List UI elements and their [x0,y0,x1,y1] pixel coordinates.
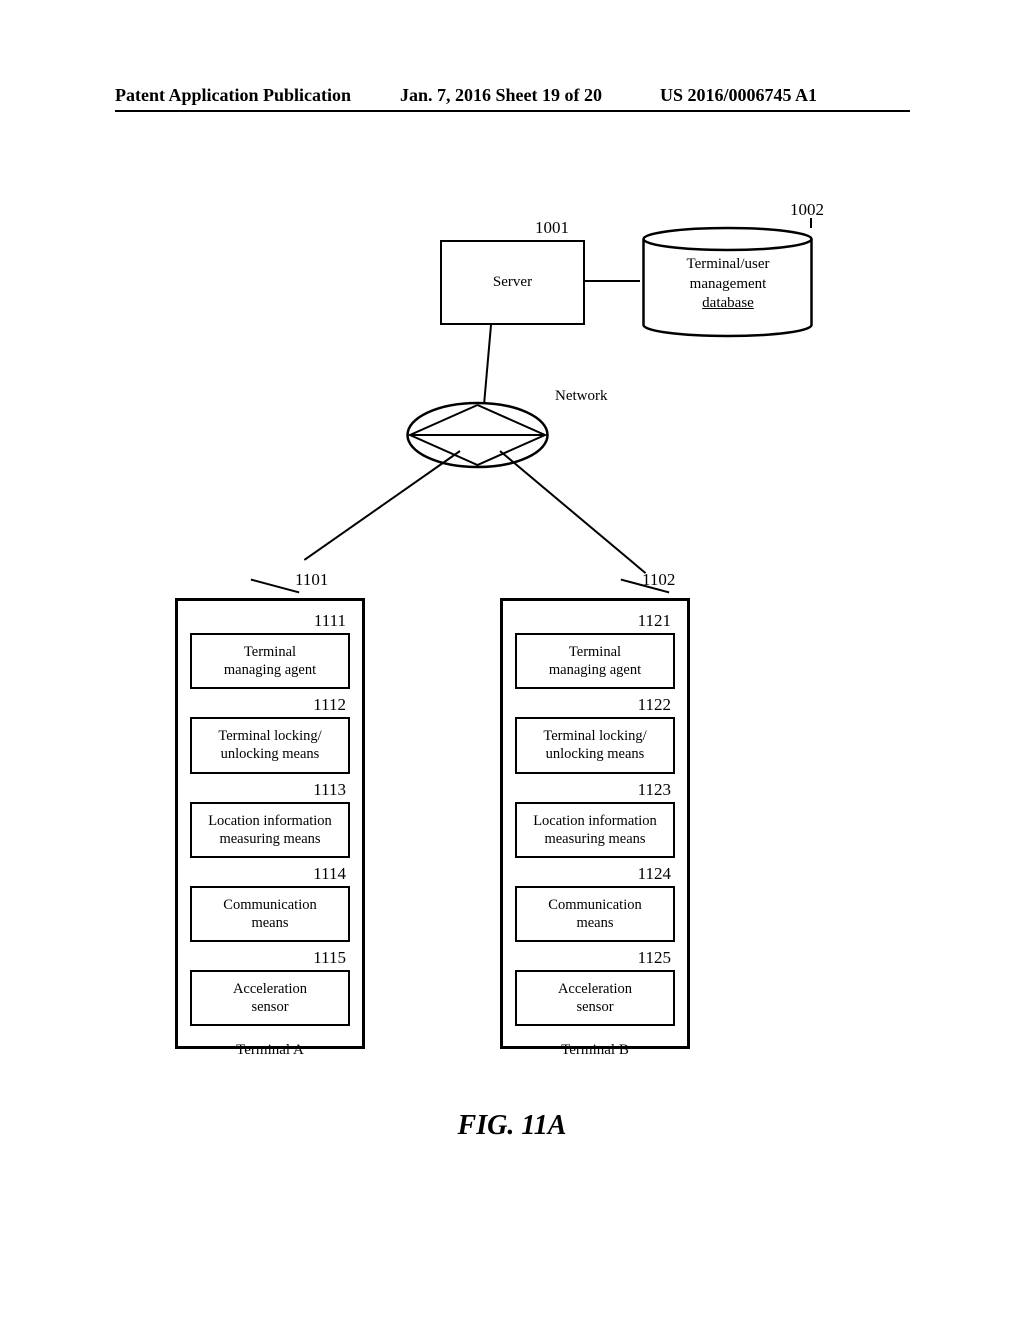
figure-title: FIG. 11A [0,1110,1024,1142]
server-label: Server [493,274,532,291]
terminal-locking-means-box: Terminal locking/ unlocking means [190,717,350,773]
header-date-sheet: Jan. 7, 2016 Sheet 19 of 20 [400,85,602,106]
terminal-managing-agent-box: Terminal managing agent [515,633,675,689]
server-box: Server [440,240,585,325]
header-publication-type: Patent Application Publication [115,85,351,106]
component-ref: 1113 [190,780,350,800]
db-line1: Terminal/user [686,256,769,272]
terminal-b-box: 1121 Terminal managing agent 1122 Termin… [500,598,690,1049]
component-ref: 1114 [190,864,350,884]
terminal-managing-agent-box: Terminal managing agent [190,633,350,689]
communication-means-box: Communication means [190,886,350,942]
location-measuring-means-box: Location information measuring means [515,802,675,858]
component-ref: 1123 [515,780,675,800]
terminal-a-reference-number: 1101 [295,570,328,590]
connector-server-network [483,325,492,403]
component-ref: 1121 [515,611,675,631]
component-ref: 1122 [515,695,675,715]
connector-network-terminal-b [499,450,646,574]
database-label: Terminal/user management database [648,255,808,314]
network-label: Network [555,388,608,405]
connector-network-terminal-a [304,450,461,561]
terminal-a-ref-leader [251,579,300,594]
component-ref: 1111 [190,611,350,631]
location-measuring-means-box: Location information measuring means [190,802,350,858]
acceleration-sensor-box: Acceleration sensor [190,970,350,1026]
component-ref: 1112 [190,695,350,715]
communication-means-box: Communication means [515,886,675,942]
terminal-a-label: Terminal A [175,1042,365,1059]
header-publication-number: US 2016/0006745 A1 [660,85,817,106]
db-line2: management [690,276,767,292]
component-ref: 1124 [515,864,675,884]
db-line3: database [702,295,754,311]
database-reference-number: 1002 [790,200,824,220]
terminal-a-box: 1111 Terminal managing agent 1112 Termin… [175,598,365,1049]
network-cloud-icon [405,400,550,470]
header-rule [115,110,910,112]
acceleration-sensor-box: Acceleration sensor [515,970,675,1026]
connector-server-database [585,280,640,282]
server-reference-number: 1001 [535,218,569,238]
terminal-locking-means-box: Terminal locking/ unlocking means [515,717,675,773]
terminal-b-label: Terminal B [500,1042,690,1059]
component-ref: 1115 [190,948,350,968]
component-ref: 1125 [515,948,675,968]
